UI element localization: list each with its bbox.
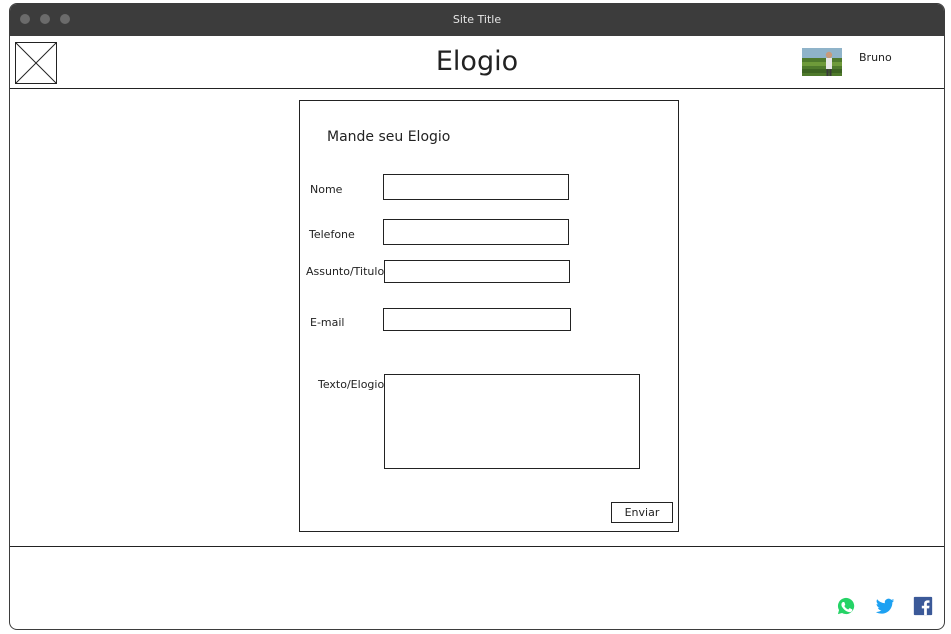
form-heading: Mande seu Elogio [327, 129, 451, 145]
facebook-icon[interactable] [912, 595, 934, 617]
telefone-input[interactable] [383, 219, 569, 245]
texto-textarea[interactable] [384, 374, 640, 469]
assunto-input[interactable] [384, 260, 570, 283]
assunto-label: Assunto/Titulo [306, 265, 385, 278]
user-name[interactable]: Bruno [859, 51, 892, 64]
nome-label: Nome [310, 183, 343, 196]
page-header: Elogio Bruno [10, 36, 944, 89]
browser-window: Site Title Elogio Bruno Mande seu Elogio… [9, 3, 945, 630]
window-title: Site Title [452, 13, 502, 26]
whatsapp-icon[interactable] [835, 595, 857, 617]
email-label: E-mail [310, 316, 345, 329]
footer-divider [10, 546, 944, 547]
avatar[interactable] [802, 48, 842, 76]
compliment-form: Mande seu Elogio Nome Telefone Assunto/T… [299, 100, 679, 532]
send-button[interactable]: Enviar [611, 502, 673, 523]
twitter-icon[interactable] [874, 595, 896, 617]
title-bar: Site Title [10, 4, 944, 36]
email-input[interactable] [383, 308, 571, 331]
texto-label: Texto/Elogio [318, 378, 385, 391]
nome-input[interactable] [383, 174, 569, 200]
telefone-label: Telefone [309, 228, 355, 241]
